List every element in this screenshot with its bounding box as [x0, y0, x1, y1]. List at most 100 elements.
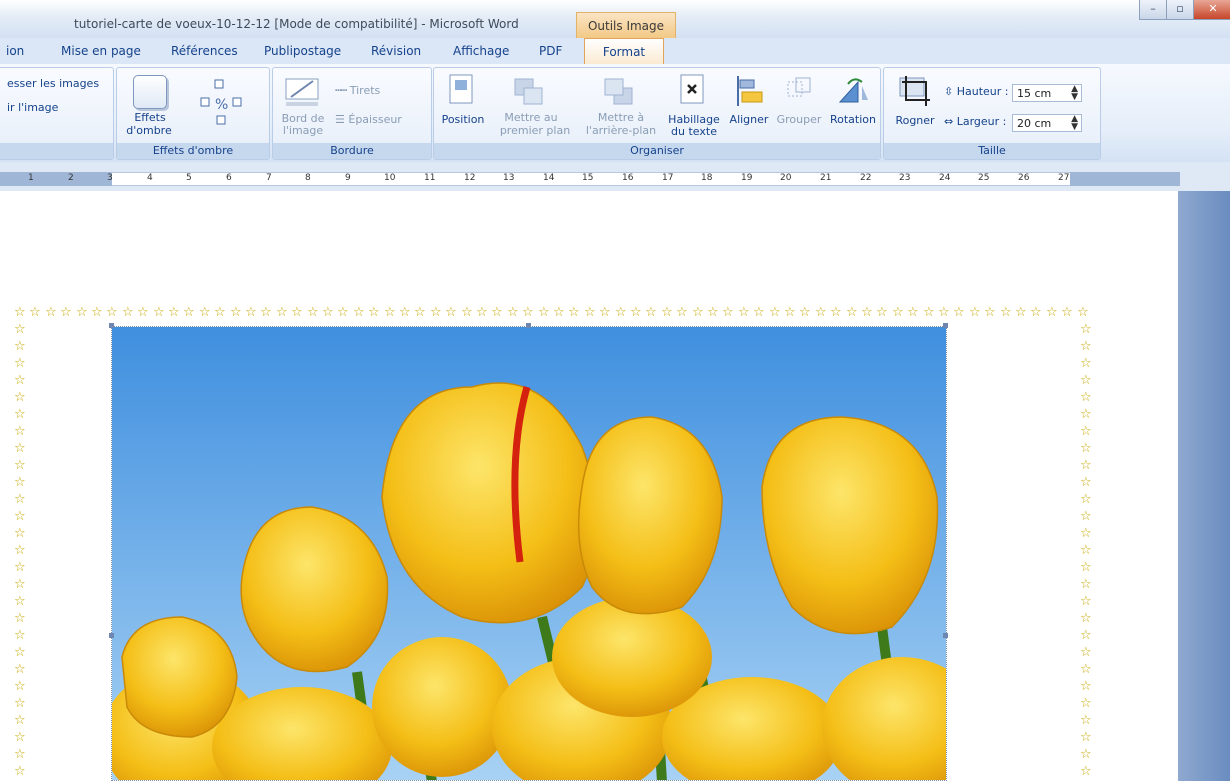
tab-affichage[interactable]: Affichage: [453, 38, 509, 64]
resize-handle-left[interactable]: [109, 633, 114, 638]
effets-ombre-label[interactable]: d'ombre: [121, 124, 177, 137]
reset-image-button[interactable]: ir l'image: [7, 101, 58, 114]
ruler-number: 19: [741, 173, 753, 183]
bring-front-icon[interactable]: [512, 76, 548, 112]
tab-format[interactable]: Format: [584, 38, 664, 65]
border-star: ☆: [1080, 526, 1092, 541]
ribbon: esser les images ir l'image Effets d'omb…: [0, 64, 1230, 163]
spin-arrows-icon[interactable]: ▲ ▼: [1071, 115, 1078, 132]
border-star: ☆: [14, 373, 26, 388]
mettre-au-label[interactable]: Mettre au: [494, 111, 568, 124]
tab-publipostage[interactable]: Publipostage: [264, 38, 341, 64]
resize-handle-top-right[interactable]: [943, 323, 948, 328]
ruler-number: 1: [28, 173, 34, 183]
weight-label: Épaisseur: [348, 113, 402, 126]
resize-handle-top-left[interactable]: [109, 323, 114, 328]
border-star: ☆: [14, 475, 26, 490]
height-label: Hauteur :: [956, 85, 1009, 98]
height-value[interactable]: 15 cm: [1017, 87, 1051, 100]
border-star: ☆: [1000, 305, 1012, 320]
border-star: ☆: [1080, 390, 1092, 405]
arriere-plan-label[interactable]: l'arrière-plan: [576, 124, 666, 137]
width-stepper[interactable]: 20 cm ▲ ▼: [1012, 114, 1082, 132]
tab-pdf[interactable]: PDF: [539, 38, 562, 64]
text-wrap-icon[interactable]: [678, 74, 708, 106]
border-star: ☆: [337, 305, 349, 320]
border-star: ☆: [14, 577, 26, 592]
tab-revision[interactable]: Révision: [371, 38, 421, 64]
align-icon[interactable]: [734, 74, 766, 108]
tab-insertion[interactable]: ion: [6, 38, 24, 64]
ruler-number: 24: [939, 173, 951, 183]
width-value[interactable]: 20 cm: [1017, 117, 1051, 130]
border-star: ☆: [45, 305, 57, 320]
height-stepper[interactable]: 15 cm ▲ ▼: [1012, 84, 1082, 102]
border-star: ☆: [507, 305, 519, 320]
spin-arrows-icon[interactable]: ▲ ▼: [1071, 85, 1078, 102]
border-star: ☆: [399, 305, 411, 320]
send-back-icon[interactable]: [602, 76, 638, 112]
border-star: ☆: [414, 305, 426, 320]
resize-handle-right[interactable]: [943, 633, 948, 638]
rotation-label[interactable]: Rotation: [826, 113, 880, 126]
weight-button[interactable]: ☰ Épaisseur: [335, 113, 402, 126]
border-star: ☆: [199, 305, 211, 320]
tab-references[interactable]: Références: [171, 38, 238, 64]
ruler-number: 14: [543, 173, 555, 183]
maximize-icon[interactable]: ▫: [1166, 0, 1194, 20]
shadow-nudge-icon[interactable]: %: [193, 76, 253, 136]
border-star: ☆: [1080, 679, 1092, 694]
border-star: ☆: [1080, 594, 1092, 609]
border-star: ☆: [1080, 611, 1092, 626]
premier-plan-label[interactable]: premier plan: [492, 124, 578, 137]
border-star: ☆: [1080, 373, 1092, 388]
position-label[interactable]: Position: [438, 113, 488, 126]
crop-icon[interactable]: [898, 74, 934, 108]
border-star: ☆: [14, 458, 26, 473]
border-star: ☆: [445, 305, 457, 320]
tulips-photo[interactable]: [111, 326, 947, 781]
border-star: ☆: [476, 305, 488, 320]
border-star: ☆: [14, 424, 26, 439]
border-star: ☆: [815, 305, 827, 320]
shadow-effects-icon[interactable]: [133, 75, 167, 109]
border-star: ☆: [1080, 339, 1092, 354]
effets-label[interactable]: Effets: [125, 111, 175, 124]
mettre-a-label[interactable]: Mettre à: [584, 111, 658, 124]
ruler-number: 22: [860, 173, 872, 183]
title-bar: tutoriel-carte de voeux-10-12-12 [Mode d…: [0, 0, 1230, 38]
window-controls: – ▫ ✕: [1139, 0, 1230, 22]
border-star: ☆: [461, 305, 473, 320]
border-star: ☆: [553, 305, 565, 320]
ruler-number: 21: [820, 173, 832, 183]
border-star: ☆: [584, 305, 596, 320]
position-icon[interactable]: [448, 74, 476, 106]
rogner-label[interactable]: Rogner: [890, 114, 940, 127]
du-texte-label[interactable]: du texte: [664, 125, 724, 138]
border-star: ☆: [1077, 305, 1089, 320]
minimize-icon[interactable]: –: [1139, 0, 1167, 20]
border-star: ☆: [953, 305, 965, 320]
picture-border-icon[interactable]: [283, 73, 323, 109]
resize-handle-top[interactable]: [526, 323, 531, 328]
border-star: ☆: [753, 305, 765, 320]
border-star: ☆: [491, 305, 503, 320]
ruler-number: 3: [107, 173, 113, 183]
context-tab-outils-image[interactable]: Outils Image: [576, 12, 676, 38]
horizontal-ruler[interactable]: 1 2 3 4 5 6 7 8 9 10 11 12 13 14 15 16 17 18 19 20 21 22 23 24 2…: [0, 162, 1230, 191]
group-objects-icon[interactable]: [784, 74, 816, 108]
border-star: ☆: [307, 305, 319, 320]
width-label: Largeur :: [956, 115, 1007, 128]
aligner-label[interactable]: Aligner: [726, 113, 772, 126]
compress-images-button[interactable]: esser les images: [7, 77, 99, 90]
tab-mise-en-page[interactable]: Mise en page: [61, 38, 141, 64]
border-star: ☆: [60, 305, 72, 320]
dashes-button[interactable]: ┅┅ Tirets: [335, 84, 380, 97]
border-star: ☆: [969, 305, 981, 320]
close-icon[interactable]: ✕: [1193, 0, 1230, 20]
border-star: ☆: [14, 747, 26, 762]
grouper-label[interactable]: Grouper: [772, 113, 826, 126]
weight-icon: ☰: [335, 113, 345, 126]
bord-image-label2[interactable]: l'image: [277, 124, 329, 137]
rotation-icon[interactable]: [836, 74, 870, 108]
